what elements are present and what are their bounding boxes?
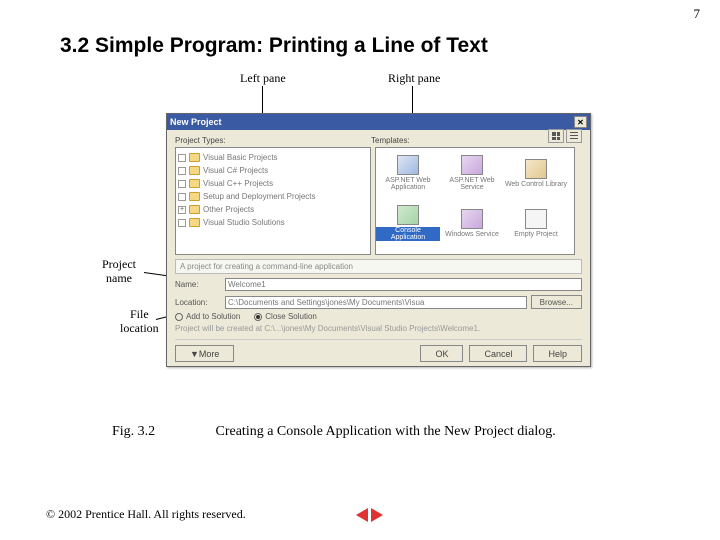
figure-text: Creating a Console Application with the … [216, 424, 556, 439]
dialog-titlebar[interactable]: New Project ✕ [167, 114, 590, 130]
template-icon [461, 155, 483, 175]
template-item[interactable]: Web Control Library [504, 148, 568, 198]
tree-item[interactable]: Visual C# Projects [178, 164, 368, 177]
small-icons-button[interactable] [566, 129, 582, 143]
more-button[interactable]: ▼More [175, 345, 234, 362]
section-heading: 3.2 Simple Program: Printing a Line of T… [60, 34, 488, 58]
template-icon [525, 209, 547, 229]
tree-item[interactable]: Visual C++ Projects [178, 177, 368, 190]
ok-button[interactable]: OK [420, 345, 463, 362]
page-number: 7 [694, 6, 701, 22]
folder-icon [189, 218, 200, 227]
folder-icon [189, 192, 200, 201]
template-icon [525, 159, 547, 179]
project-name-input[interactable] [225, 278, 582, 291]
copyright: © 2002 Prentice Hall. All rights reserve… [46, 507, 246, 522]
location-label: Location: [175, 298, 221, 307]
location-hint: Project will be created at C:\...\jones\… [175, 324, 582, 333]
template-icon [397, 155, 419, 175]
expand-icon[interactable]: + [178, 206, 186, 214]
expand-icon[interactable] [178, 219, 186, 227]
folder-icon [189, 166, 200, 175]
annotation-project-name: Project name [102, 258, 136, 286]
template-icon [461, 209, 483, 229]
expand-icon[interactable] [178, 154, 186, 162]
tree-item[interactable]: Setup and Deployment Projects [178, 190, 368, 203]
dialog-title: New Project [170, 117, 222, 127]
prev-icon[interactable] [356, 508, 368, 522]
annotation-file-location: File location [120, 308, 159, 336]
next-icon[interactable] [371, 508, 383, 522]
folder-icon [189, 153, 200, 162]
tree-item[interactable]: Visual Studio Solutions [178, 216, 368, 229]
browse-button[interactable]: Browse... [531, 295, 582, 309]
annotation-right-pane: Right pane [388, 72, 440, 86]
help-button[interactable]: Help [533, 345, 582, 362]
template-item[interactable]: Windows Service [440, 198, 504, 248]
templates-grid[interactable]: ASP.NET Web ApplicationASP.NET Web Servi… [375, 147, 575, 255]
template-item[interactable]: ASP.NET Web Application [376, 148, 440, 198]
figure-number: Fig. 3.2 [112, 424, 212, 440]
template-icon [397, 205, 419, 225]
close-icon[interactable]: ✕ [574, 116, 587, 128]
expand-icon[interactable] [178, 167, 186, 175]
tree-item[interactable]: +Other Projects [178, 203, 368, 216]
templates-label: Templates: [371, 136, 410, 145]
new-project-dialog: New Project ✕ Project Types: Templates: … [166, 113, 591, 367]
location-input[interactable] [225, 296, 527, 309]
tree-item[interactable]: Visual Basic Projects [178, 151, 368, 164]
template-item[interactable]: Console Application [376, 198, 440, 248]
folder-icon [189, 205, 200, 214]
project-types-tree[interactable]: Visual Basic ProjectsVisual C# ProjectsV… [175, 147, 371, 255]
annotation-left-pane: Left pane [240, 72, 286, 86]
figure-caption: Fig. 3.2 Creating a Console Application … [112, 424, 556, 440]
template-item[interactable]: Empty Project [504, 198, 568, 248]
expand-icon[interactable] [178, 180, 186, 188]
radio-close-solution[interactable]: Close Solution [254, 312, 317, 321]
template-description: A project for creating a command-line ap… [175, 259, 582, 274]
project-types-label: Project Types: [175, 136, 371, 145]
name-label: Name: [175, 280, 221, 289]
expand-icon[interactable] [178, 193, 186, 201]
large-icons-button[interactable] [548, 129, 564, 143]
template-item[interactable]: ASP.NET Web Service [440, 148, 504, 198]
cancel-button[interactable]: Cancel [469, 345, 527, 362]
folder-icon [189, 179, 200, 188]
radio-add-to-solution[interactable]: Add to Solution [175, 312, 240, 321]
